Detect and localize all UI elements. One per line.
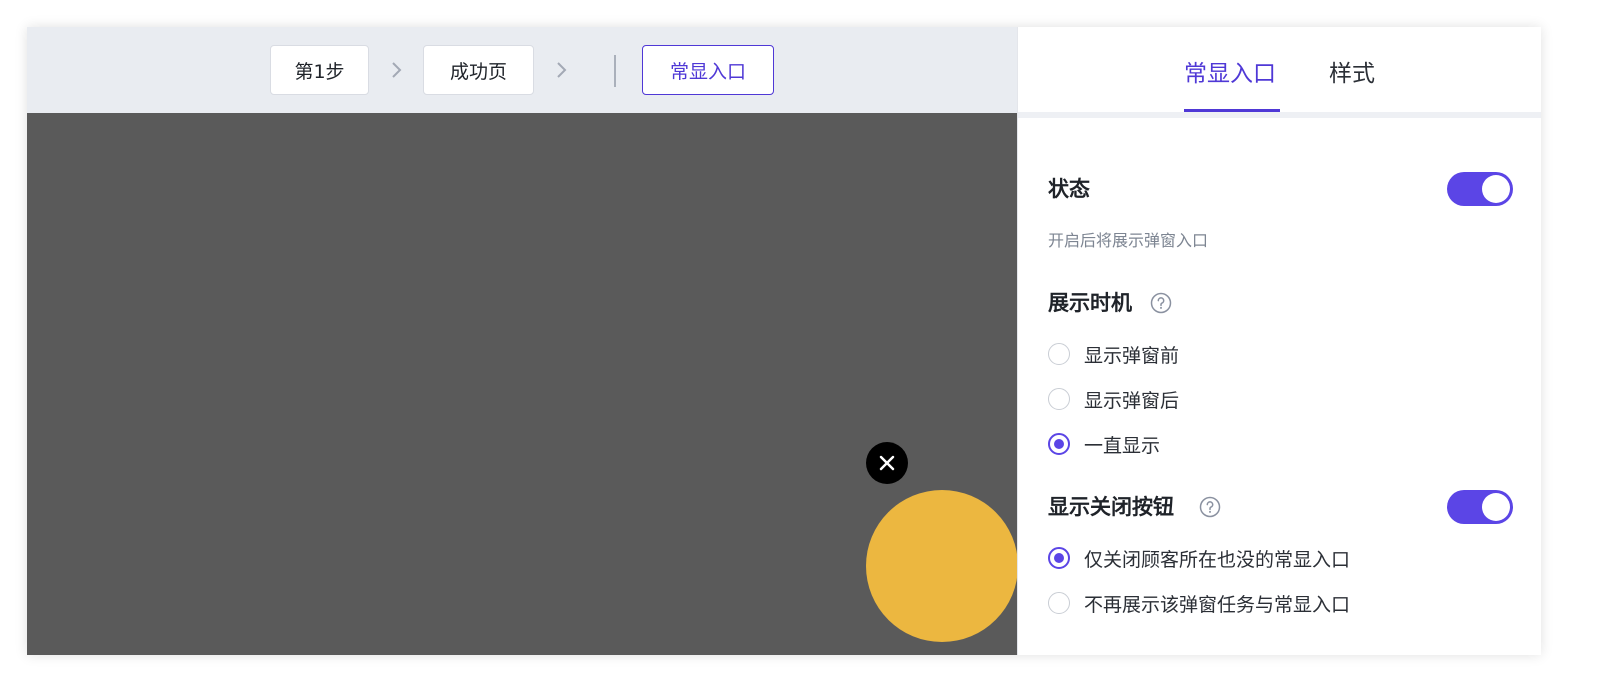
preview-canvas (27, 113, 1018, 655)
status-label: 状态 (1048, 177, 1090, 201)
tab-persistent-entry[interactable]: 常显入口 (1184, 57, 1276, 91)
step-divider (614, 55, 616, 87)
status-toggle[interactable] (1447, 172, 1513, 206)
status-hint: 开启后将展示弹窗入口 (1048, 231, 1209, 250)
close-button-label: 显示关闭按钮 (1048, 495, 1174, 519)
question-circle-icon[interactable] (1199, 496, 1221, 518)
close-button-toggle[interactable] (1447, 490, 1513, 524)
step-1-button[interactable]: 第1步 (270, 45, 369, 95)
toggle-knob (1482, 175, 1510, 203)
radio-label: 仅关闭顾客所在也没的常显入口 (1084, 548, 1351, 571)
timing-option-always[interactable]: 一直显示 (1048, 430, 1160, 458)
timing-option-after[interactable]: 显示弹窗后 (1048, 385, 1179, 413)
success-page-step-button[interactable]: 成功页 (423, 45, 534, 95)
timing-option-before[interactable]: 显示弹窗前 (1048, 340, 1179, 368)
close-icon (879, 455, 895, 471)
tabs-divider (1018, 112, 1541, 118)
persistent-entry-preview[interactable] (866, 490, 1018, 642)
editor-area: 第1步 成功页 常显入口 (27, 27, 1018, 655)
question-circle-icon[interactable] (1150, 292, 1172, 314)
chevron-right-icon (392, 62, 402, 78)
radio-label: 显示弹窗前 (1084, 344, 1180, 367)
toggle-knob (1482, 493, 1510, 521)
radio-button[interactable] (1048, 592, 1070, 614)
step-bar: 第1步 成功页 常显入口 (27, 27, 1017, 113)
display-timing-label: 展示时机 (1048, 291, 1132, 315)
settings-tabs: 常显入口 样式 (1018, 27, 1541, 113)
radio-label: 一直显示 (1084, 434, 1161, 457)
close-option-never-show[interactable]: 不再展示该弹窗任务与常显入口 (1048, 589, 1350, 617)
tab-style[interactable]: 样式 (1329, 57, 1375, 91)
radio-button-selected[interactable] (1048, 433, 1070, 455)
radio-button[interactable] (1048, 388, 1070, 410)
radio-label: 显示弹窗后 (1084, 389, 1180, 412)
settings-panel: 常显入口 样式 状态 开启后将展示弹窗入口 展示时机 显示弹窗前 显示弹窗后 一 (1017, 27, 1541, 655)
radio-button[interactable] (1048, 343, 1070, 365)
app-window: 第1步 成功页 常显入口 常显入口 样式 状态 开启后将展示弹窗入口 展示时机 … (27, 27, 1541, 655)
entry-close-button[interactable] (866, 442, 908, 484)
radio-label: 不再展示该弹窗任务与常显入口 (1084, 593, 1351, 616)
persistent-entry-step-button[interactable]: 常显入口 (642, 45, 774, 95)
close-option-current-page[interactable]: 仅关闭顾客所在也没的常显入口 (1048, 544, 1350, 572)
radio-button-selected[interactable] (1048, 547, 1070, 569)
chevron-right-icon (557, 62, 567, 78)
